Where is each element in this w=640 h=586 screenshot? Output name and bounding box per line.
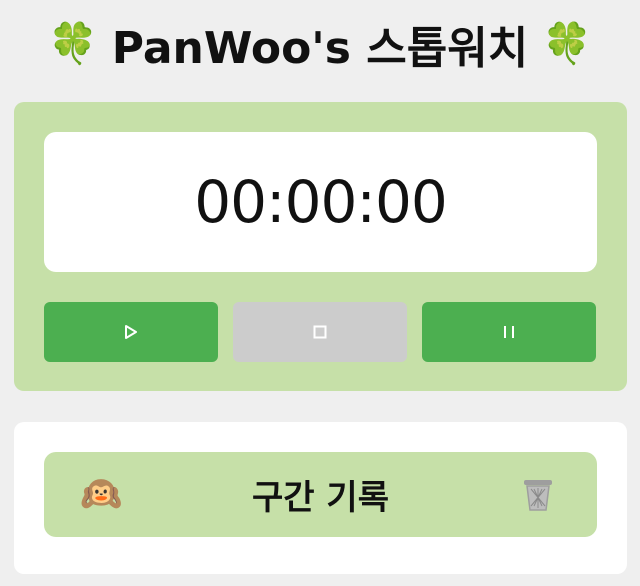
pause-button[interactable] xyxy=(422,302,596,362)
page-title: 🍀 PanWoo's 스톱워치 🍀 xyxy=(0,12,640,76)
time-display: 00:00:00 xyxy=(44,132,597,272)
time-value: 00:00:00 xyxy=(194,168,447,236)
stop-button[interactable] xyxy=(233,302,407,362)
timer-card: 00:00:00 xyxy=(14,102,627,391)
laps-title: 구간 기록 xyxy=(252,478,389,518)
stop-icon xyxy=(313,325,327,339)
start-button[interactable] xyxy=(44,302,218,362)
hear-no-evil-monkey-icon[interactable]: 🙉 xyxy=(80,474,122,514)
laps-card: 구간 기록 🙉 xyxy=(14,422,627,574)
pause-icon xyxy=(504,326,514,338)
trash-icon[interactable] xyxy=(522,478,554,516)
laps-header: 구간 기록 🙉 xyxy=(44,452,597,537)
stopwatch-page: 🍀 PanWoo's 스톱워치 🍀 00:00:00 구간 기록 🙉 xyxy=(0,0,640,586)
clover-icon: 🍀 xyxy=(542,21,593,67)
page-title-text: PanWoo's 스톱워치 xyxy=(111,23,529,74)
play-icon xyxy=(125,325,137,339)
clover-icon: 🍀 xyxy=(47,21,98,67)
